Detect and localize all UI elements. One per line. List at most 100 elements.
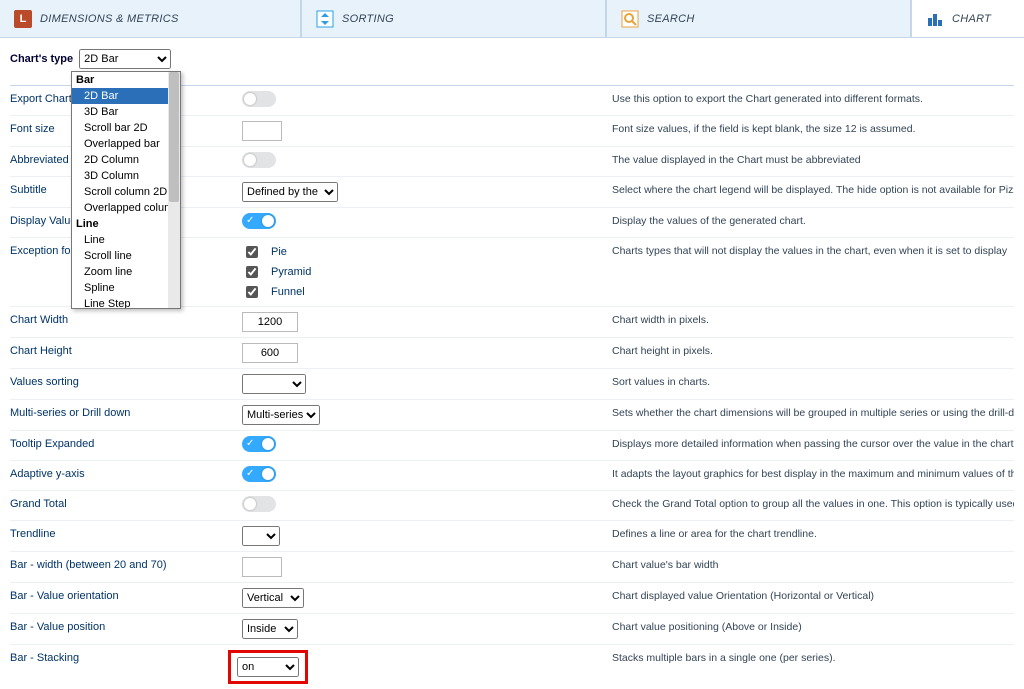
desc: Chart height in pixels. xyxy=(612,343,1014,357)
label: Adaptive y-axis xyxy=(10,466,242,480)
bar-width-input[interactable] xyxy=(242,557,282,577)
label: Bar - Stacking xyxy=(10,650,242,664)
tooltip-toggle[interactable] xyxy=(242,436,276,452)
chart-icon xyxy=(926,10,944,28)
desc: Chart width in pixels. xyxy=(612,312,1014,326)
chart-width-input[interactable] xyxy=(242,312,298,332)
export-chart-toggle[interactable] xyxy=(242,91,276,107)
bar-stack-select[interactable]: on xyxy=(237,657,299,677)
desc: Display the values of the generated char… xyxy=(612,213,1014,227)
label: Bar - width (between 20 and 70) xyxy=(10,557,242,571)
row-values-sorting: Values sorting Sort values in charts. xyxy=(10,368,1014,399)
dropdown-group: Line xyxy=(72,216,180,232)
desc: Chart value positioning (Above or Inside… xyxy=(612,619,1014,633)
desc: The value displayed in the Chart must be… xyxy=(612,152,1014,166)
cb-label: Funnel xyxy=(271,286,305,298)
row-bar-orient: Bar - Value orientation Vertical Chart d… xyxy=(10,582,1014,613)
label: Multi-series or Drill down xyxy=(10,405,242,419)
dropdown-item[interactable]: Spline xyxy=(72,280,180,296)
desc: Check the Grand Total option to group al… xyxy=(612,496,1014,510)
label: Values sorting xyxy=(10,374,242,388)
display-values-toggle[interactable] xyxy=(242,213,276,229)
dropdown-item[interactable]: 2D Column xyxy=(72,152,180,168)
dropdown-item[interactable]: Overlapped column xyxy=(72,200,180,216)
row-tooltip: Tooltip Expanded Displays more detailed … xyxy=(10,430,1014,460)
desc: Use this option to export the Chart gene… xyxy=(612,91,1014,105)
cb-label: Pyramid xyxy=(271,266,311,278)
label: Grand Total xyxy=(10,496,242,510)
desc: Displays more detailed information when … xyxy=(612,436,1014,450)
tab-label: SEARCH xyxy=(647,13,695,25)
label: Tooltip Expanded xyxy=(10,436,242,450)
sort-icon xyxy=(316,10,334,28)
tab-search[interactable]: SEARCH xyxy=(607,0,912,37)
chart-type-dropdown[interactable]: Bar2D Bar3D BarScroll bar 2DOverlapped b… xyxy=(71,71,181,309)
tab-chart[interactable]: CHART xyxy=(912,0,1024,37)
cb-label: Pie xyxy=(271,246,287,258)
chart-type-select[interactable]: 2D Bar xyxy=(79,49,171,69)
row-bar-stack: Bar - Stacking on Stacks multiple bars i… xyxy=(10,644,1014,689)
scrollbar-thumb[interactable] xyxy=(169,72,179,202)
highlight-box: on xyxy=(228,650,308,684)
dropdown-item[interactable]: Zoom line xyxy=(72,264,180,280)
dropdown-item[interactable]: Scroll column 2D xyxy=(72,184,180,200)
label: Bar - Value position xyxy=(10,619,242,633)
label: Chart Width xyxy=(10,312,242,326)
tab-sorting[interactable]: SORTING xyxy=(302,0,607,37)
tab-label: SORTING xyxy=(342,13,394,25)
row-chart-height: Chart Height Chart height in pixels. xyxy=(10,337,1014,368)
tab-label: DIMENSIONS & METRICS xyxy=(40,13,179,25)
grand-total-toggle[interactable] xyxy=(242,496,276,512)
multi-series-select[interactable]: Multi-series xyxy=(242,405,320,425)
row-trendline: Trendline Defines a line or area for the… xyxy=(10,520,1014,551)
row-grand-total: Grand Total Check the Grand Total option… xyxy=(10,490,1014,520)
dropdown-item[interactable]: Line Step xyxy=(72,296,180,309)
bar-orient-select[interactable]: Vertical xyxy=(242,588,304,608)
dropdown-item[interactable]: Scroll line xyxy=(72,248,180,264)
dropdown-item[interactable]: Scroll bar 2D xyxy=(72,120,180,136)
cb-pyramid[interactable]: Pyramid xyxy=(242,263,612,281)
desc: Sort values in charts. xyxy=(612,374,1014,388)
row-chart-width: Chart Width Chart width in pixels. xyxy=(10,306,1014,337)
row-adaptive-y: Adaptive y-axis It adapts the layout gra… xyxy=(10,460,1014,490)
abbrev-toggle[interactable] xyxy=(242,152,276,168)
bar-pos-select[interactable]: Inside xyxy=(242,619,298,639)
desc: Charts types that will not display the v… xyxy=(612,243,1014,257)
dimensions-icon: L xyxy=(14,10,32,28)
label: Trendline xyxy=(10,526,242,540)
desc: Chart displayed value Orientation (Horiz… xyxy=(612,588,1014,602)
desc: Font size values, if the field is kept b… xyxy=(612,121,1014,135)
row-multi-series: Multi-series or Drill down Multi-series … xyxy=(10,399,1014,430)
dropdown-item[interactable]: 2D Bar xyxy=(72,88,180,104)
dropdown-item[interactable]: 3D Bar xyxy=(72,104,180,120)
label: Bar - Value orientation xyxy=(10,588,242,602)
dropdown-group: Bar xyxy=(72,72,180,88)
font-size-input[interactable] xyxy=(242,121,282,141)
tab-label: CHART xyxy=(952,13,991,25)
desc: Chart value's bar width xyxy=(612,557,1014,571)
row-bar-pos: Bar - Value position Inside Chart value … xyxy=(10,613,1014,644)
trendline-select[interactable] xyxy=(242,526,280,546)
tab-bar: L DIMENSIONS & METRICS SORTING SEARCH CH… xyxy=(0,0,1024,38)
desc: It adapts the layout graphics for best d… xyxy=(612,466,1014,480)
tab-dimensions[interactable]: L DIMENSIONS & METRICS xyxy=(0,0,302,37)
subtitle-select[interactable]: Defined by the theme xyxy=(242,182,338,202)
values-sorting-select[interactable] xyxy=(242,374,306,394)
dropdown-item[interactable]: 3D Column xyxy=(72,168,180,184)
label: Chart Height xyxy=(10,343,242,357)
checkbox-funnel[interactable] xyxy=(246,286,258,298)
checkbox-pie[interactable] xyxy=(246,246,258,258)
chart-height-input[interactable] xyxy=(242,343,298,363)
dropdown-item[interactable]: Line xyxy=(72,232,180,248)
desc: Sets whether the chart dimensions will b… xyxy=(612,405,1014,419)
desc: Select where the chart legend will be di… xyxy=(612,182,1014,196)
desc: Stacks multiple bars in a single one (pe… xyxy=(612,650,1014,664)
cb-funnel[interactable]: Funnel xyxy=(242,283,612,301)
adaptive-y-toggle[interactable] xyxy=(242,466,276,482)
desc: Defines a line or area for the chart tre… xyxy=(612,526,1014,540)
scrollbar[interactable] xyxy=(168,72,180,308)
chart-type-label: Chart's type xyxy=(10,53,73,65)
dropdown-item[interactable]: Overlapped bar xyxy=(72,136,180,152)
cb-pie[interactable]: Pie xyxy=(242,243,612,261)
checkbox-pyramid[interactable] xyxy=(246,266,258,278)
